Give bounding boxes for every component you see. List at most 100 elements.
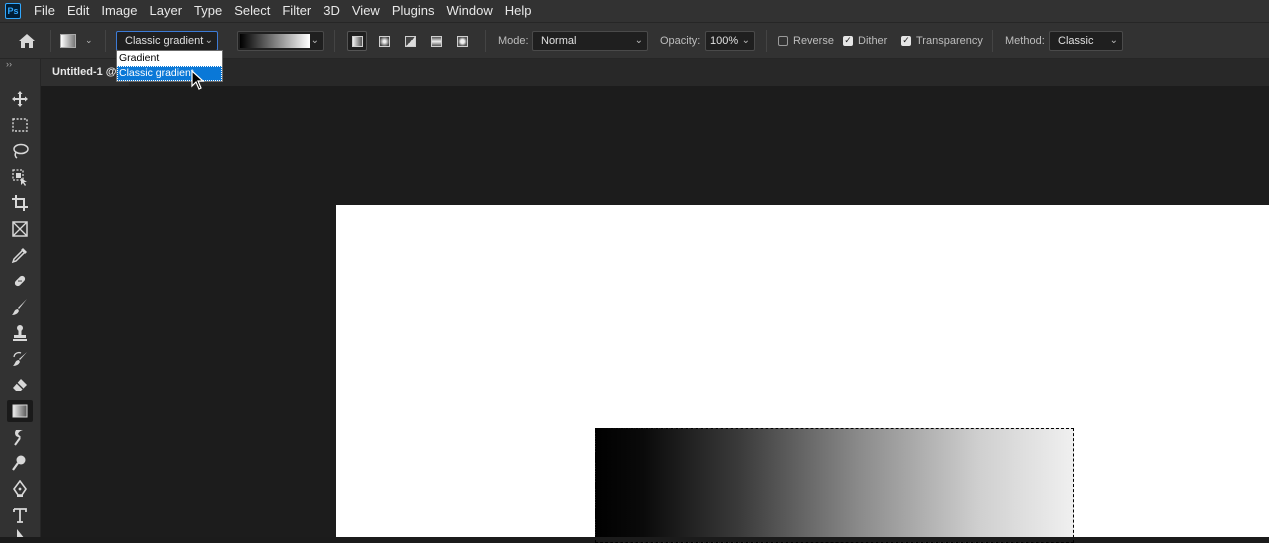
smudge-icon [14, 430, 23, 446]
tools-panel: ›› [0, 59, 41, 537]
radial-gradient-button[interactable] [374, 31, 394, 51]
menu-plugins[interactable]: Plugins [386, 0, 441, 22]
menu-3d[interactable]: 3D [317, 0, 346, 22]
gradient-tool[interactable] [7, 400, 33, 422]
chevron-down-icon: ⌄ [85, 35, 93, 45]
diamond-gradient-icon [456, 35, 468, 47]
history-brush-icon [13, 351, 27, 366]
spot-healing-brush-tool[interactable] [7, 270, 33, 292]
healing-brush-icon [14, 275, 26, 287]
menu-type[interactable]: Type [188, 0, 228, 22]
smudge-tool[interactable] [7, 426, 33, 448]
eraser-icon [13, 379, 27, 391]
frame-icon [12, 221, 28, 237]
method-label: Method: [1005, 34, 1045, 47]
menu-help[interactable]: Help [499, 0, 538, 22]
gradient-picker[interactable]: ⌄ [237, 31, 324, 51]
mode-label: Mode: [498, 34, 529, 47]
eyedropper-tool[interactable] [7, 244, 33, 266]
method-value: Classic [1058, 35, 1094, 47]
chevron-down-icon: ⌄ [1109, 35, 1118, 46]
menu-view[interactable]: View [346, 0, 386, 22]
chevron-down-icon: ⌄ [310, 35, 319, 46]
crop-tool[interactable] [7, 192, 33, 214]
move-tool[interactable] [7, 88, 33, 110]
dither-label: Dither [858, 34, 888, 47]
chevron-down-icon: ⌄ [741, 35, 750, 46]
stamp-icon [13, 325, 27, 341]
mouse-cursor-icon [191, 70, 205, 90]
linear-gradient-icon [351, 35, 363, 47]
reverse-label: Reverse [793, 34, 834, 47]
menu-select[interactable]: Select [228, 0, 276, 22]
opacity-field[interactable]: 100% ⌄ [705, 31, 755, 51]
brush-tool[interactable] [7, 296, 33, 318]
rectangular-marquee-tool[interactable] [7, 114, 33, 136]
chevron-down-icon: ⌄ [204, 35, 213, 46]
diamond-gradient-button[interactable] [452, 31, 472, 51]
gradient-type-value: Classic gradient [125, 35, 204, 47]
gradient-preset-icon [60, 33, 76, 48]
document-tab-strip: Untitled-1 @ [41, 59, 1269, 86]
frame-tool[interactable] [7, 218, 33, 240]
marquee-icon [12, 118, 28, 132]
brush-icon [12, 299, 27, 315]
path-selection-tool[interactable] [7, 528, 33, 537]
chevron-down-icon: ⌄ [634, 35, 643, 46]
home-button[interactable] [17, 23, 37, 58]
angle-gradient-icon [404, 35, 416, 47]
reflected-gradient-button[interactable] [426, 31, 446, 51]
move-icon [12, 91, 28, 107]
gradient-type-dropdown-list: Gradient Classic gradient [116, 50, 223, 82]
linear-gradient-button[interactable] [347, 31, 367, 51]
history-brush-tool[interactable] [7, 348, 33, 370]
pen-icon [13, 480, 27, 497]
gradient-swatch [240, 34, 310, 48]
mode-value: Normal [541, 35, 577, 47]
mode-select[interactable]: Normal ⌄ [532, 31, 648, 51]
dodge-icon [12, 455, 26, 471]
checkmark-icon: ✓ [901, 35, 911, 46]
object-selection-icon [12, 169, 27, 186]
menu-bar: Ps File Edit Image Layer Type Select Fil… [0, 0, 1269, 22]
menu-image[interactable]: Image [95, 0, 143, 22]
path-selection-icon [17, 529, 24, 537]
selection-marquee[interactable] [595, 428, 1074, 543]
lasso-icon [13, 143, 29, 159]
eraser-tool[interactable] [7, 374, 33, 396]
dither-checkbox[interactable]: ✓ Dither [843, 23, 887, 58]
menu-filter[interactable]: Filter [276, 0, 317, 22]
dropdown-option-classic-gradient[interactable]: Classic gradient [117, 66, 222, 81]
dodge-tool[interactable] [7, 452, 33, 474]
opacity-label: Opacity: [660, 34, 701, 47]
transparency-checkbox[interactable]: ✓ Transparency [901, 23, 983, 58]
gradient-icon [12, 404, 28, 418]
menu-edit[interactable]: Edit [61, 0, 95, 22]
dropdown-option-gradient[interactable]: Gradient [117, 51, 222, 66]
opacity-value: 100% [710, 35, 739, 47]
object-selection-tool[interactable] [7, 166, 33, 188]
checkmark-icon: ✓ [843, 35, 853, 46]
home-icon [19, 33, 35, 48]
checkbox-icon [778, 35, 788, 46]
reflected-gradient-icon [430, 35, 442, 47]
crop-icon [12, 195, 28, 211]
tool-preset-picker[interactable]: ⌄ [60, 23, 93, 58]
method-select[interactable]: Classic ⌄ [1049, 31, 1123, 51]
type-tool[interactable] [7, 504, 33, 526]
menu-layer[interactable]: Layer [144, 0, 189, 22]
reverse-checkbox[interactable]: Reverse [778, 23, 834, 58]
lasso-tool[interactable] [7, 140, 33, 162]
pen-tool[interactable] [7, 478, 33, 500]
clone-stamp-tool[interactable] [7, 322, 33, 344]
photoshop-logo-icon: Ps [5, 3, 21, 19]
transparency-label: Transparency [916, 34, 983, 47]
eyedropper-icon [11, 248, 27, 264]
menu-window[interactable]: Window [440, 0, 498, 22]
type-icon [13, 508, 27, 523]
menu-file[interactable]: File [28, 0, 61, 22]
gradient-type-select[interactable]: Classic gradient ⌄ [116, 31, 218, 51]
angle-gradient-button[interactable] [400, 31, 420, 51]
collapse-panel-icon[interactable]: ›› [6, 59, 12, 69]
radial-gradient-icon [378, 35, 390, 47]
